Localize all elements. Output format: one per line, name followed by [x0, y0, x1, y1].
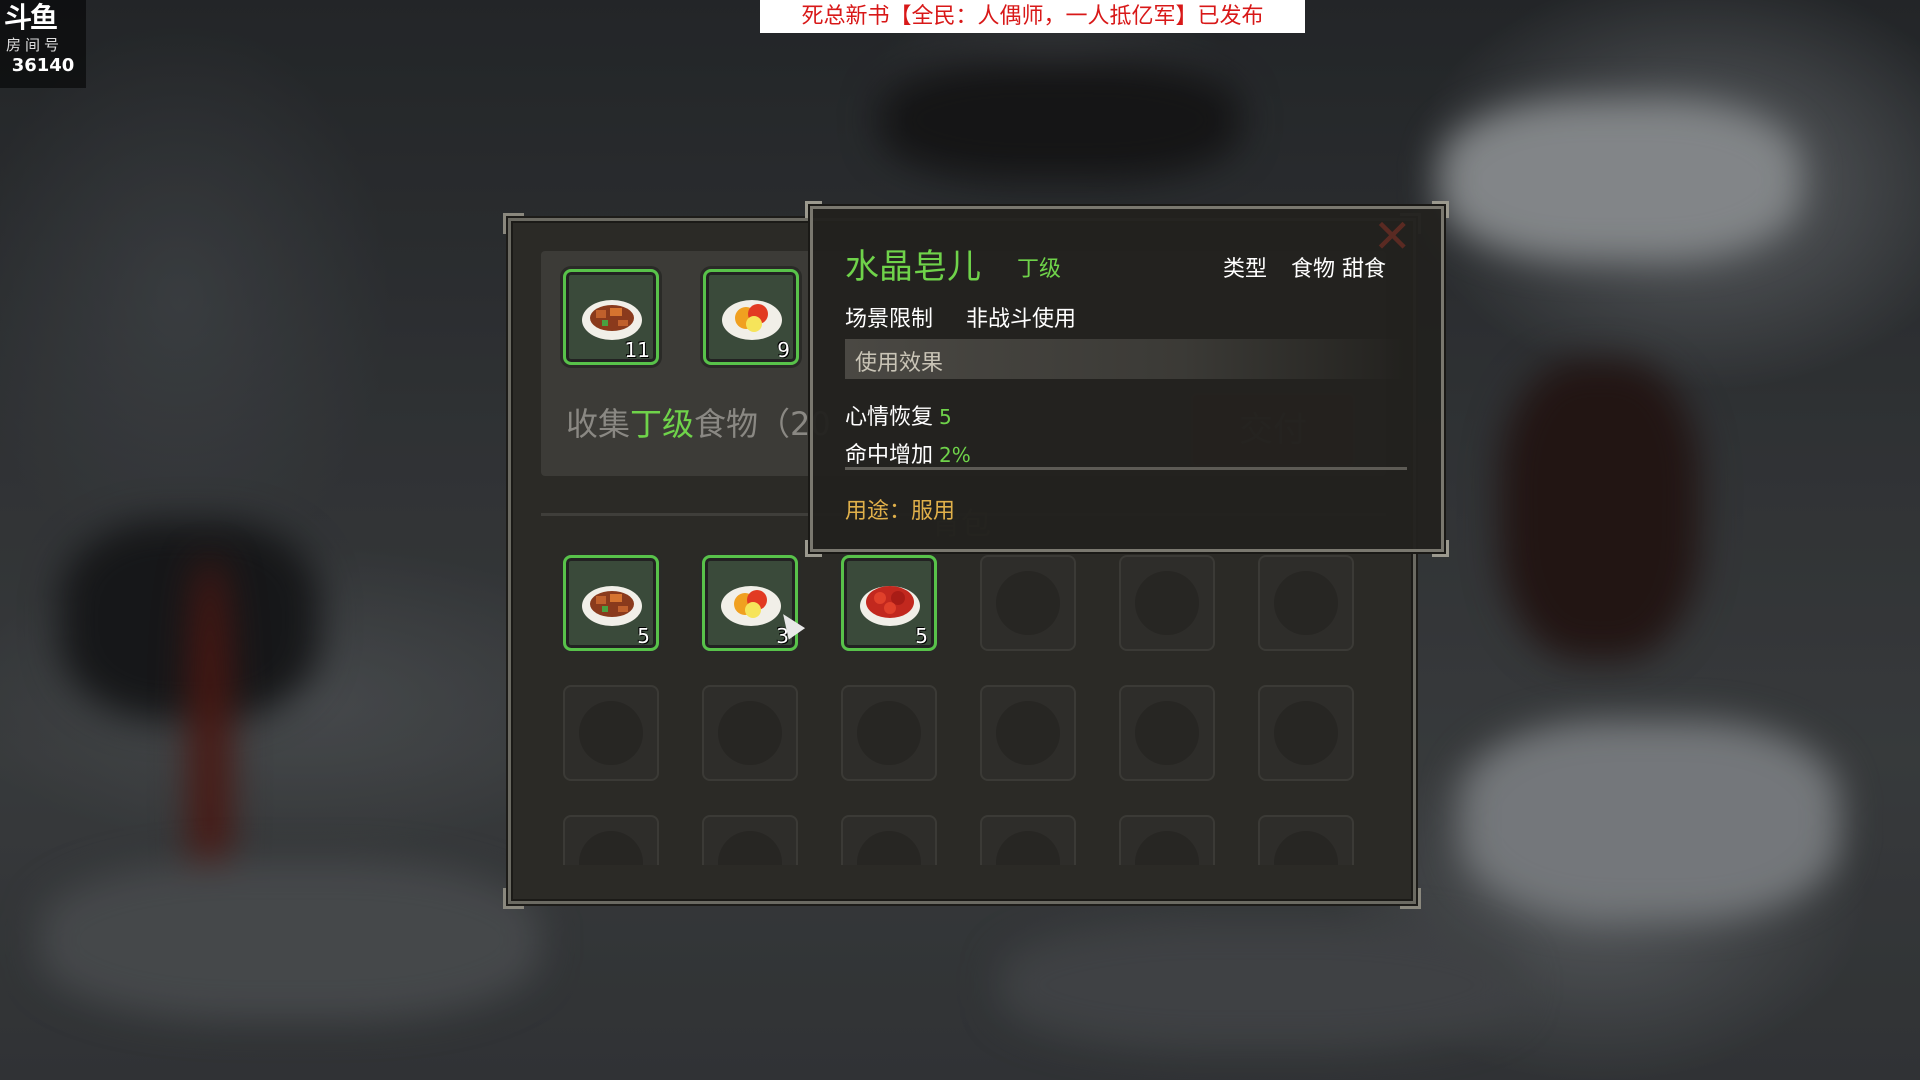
- stat-label: 命中增加: [845, 443, 934, 468]
- item-grade: 丁级: [1017, 257, 1062, 282]
- scene-limit-value: 非战斗使用: [966, 307, 1077, 332]
- bag-empty-slot[interactable]: [1119, 815, 1215, 865]
- crystal-dessert-dish-icon: [721, 586, 781, 626]
- bag-empty-slot[interactable]: [702, 685, 798, 781]
- panel-corner-ornament: [503, 213, 524, 234]
- douyu-logo-mark: 斗鱼: [4, 1, 58, 34]
- slot-hole: [1135, 571, 1199, 635]
- effect-header-label: 使用效果: [855, 351, 944, 376]
- bag-empty-slot[interactable]: [1258, 555, 1354, 651]
- room-number: 36140: [11, 55, 75, 76]
- item-tooltip: ✕ 水晶皂儿 丁级 类型 食物 甜食 场景限制 非战斗使用 使用效果 心情恢复 5…: [805, 201, 1449, 557]
- spicy-chicken-dish-icon: [582, 300, 642, 340]
- bag-empty-slot[interactable]: [980, 815, 1076, 865]
- panel-corner-ornament: [503, 888, 524, 909]
- bag-empty-slot[interactable]: [563, 815, 659, 865]
- stat-value: 5: [939, 405, 952, 429]
- item-count: 5: [915, 624, 928, 648]
- slot-hole: [857, 831, 921, 865]
- slot-hole: [1135, 701, 1199, 765]
- slot-hole: [718, 831, 782, 865]
- quest-description: 收集丁级食物（20: [566, 399, 831, 445]
- room-label: 房间号: [6, 36, 64, 54]
- item-type-label: 类型: [1223, 257, 1268, 282]
- stream-banner: 死总新书【全民：人偶师，一人抵亿军】已发布: [760, 0, 1305, 33]
- spicy-chicken-dish-icon: [582, 586, 642, 626]
- bag-empty-slot[interactable]: [980, 555, 1076, 651]
- bag-item-slot[interactable]: 5: [563, 555, 659, 651]
- item-count: 11: [624, 338, 650, 362]
- slot-hole: [857, 701, 921, 765]
- item-count: 5: [637, 624, 650, 648]
- slot-hole: [996, 571, 1060, 635]
- slot-hole: [1274, 831, 1338, 865]
- item-type-value: 食物 甜食: [1291, 257, 1386, 282]
- bag-empty-slot[interactable]: [841, 815, 937, 865]
- braised-meat-dish-icon: [860, 586, 920, 626]
- slot-hole: [579, 831, 643, 865]
- item-name: 水晶皂儿: [845, 247, 981, 287]
- stream-logo: 斗鱼 房间号 36140: [0, 0, 86, 88]
- item-usage: 用途：服用: [845, 499, 956, 524]
- required-item-slot[interactable]: 9: [703, 269, 799, 365]
- bag-row-clipped: [511, 815, 1413, 865]
- slot-hole: [996, 701, 1060, 765]
- required-item-slot[interactable]: 11: [563, 269, 659, 365]
- bag-empty-slot[interactable]: [1258, 815, 1354, 865]
- tooltip-corner-ornament: [805, 201, 822, 218]
- bag-empty-slot[interactable]: [980, 685, 1076, 781]
- quest-text-grade: 丁级: [630, 405, 695, 443]
- crystal-dessert-dish-icon: [722, 300, 782, 340]
- slot-hole: [996, 831, 1060, 865]
- slot-hole: [579, 701, 643, 765]
- bag-empty-slot[interactable]: [841, 685, 937, 781]
- effect-header: 使用效果: [845, 339, 1405, 379]
- stat-mood-recovery: 心情恢复 5: [845, 399, 952, 431]
- tooltip-corner-ornament: [1432, 540, 1449, 557]
- slot-hole: [1274, 701, 1338, 765]
- slot-hole: [1135, 831, 1199, 865]
- bag-item-slot[interactable]: 5: [841, 555, 937, 651]
- bag-empty-slot[interactable]: [1258, 685, 1354, 781]
- stat-value: 2%: [939, 443, 971, 467]
- tooltip-corner-ornament: [1432, 201, 1449, 218]
- slot-hole: [1274, 571, 1338, 635]
- bag-item-slot[interactable]: 3: [702, 555, 798, 651]
- scene-limit-label: 场景限制: [845, 307, 934, 332]
- bag-empty-slot[interactable]: [1119, 555, 1215, 651]
- stat-hit-bonus: 命中增加 2%: [845, 437, 971, 469]
- bag-empty-slot[interactable]: [702, 815, 798, 865]
- panel-corner-ornament: [1400, 888, 1421, 909]
- item-count: 9: [777, 338, 790, 362]
- slot-hole: [718, 701, 782, 765]
- tooltip-corner-ornament: [805, 540, 822, 557]
- quest-text-prefix: 收集: [566, 405, 631, 443]
- bag-empty-slot[interactable]: [563, 685, 659, 781]
- bag-empty-slot[interactable]: [1119, 685, 1215, 781]
- stat-label: 心情恢复: [845, 405, 934, 430]
- tooltip-divider: [845, 467, 1407, 470]
